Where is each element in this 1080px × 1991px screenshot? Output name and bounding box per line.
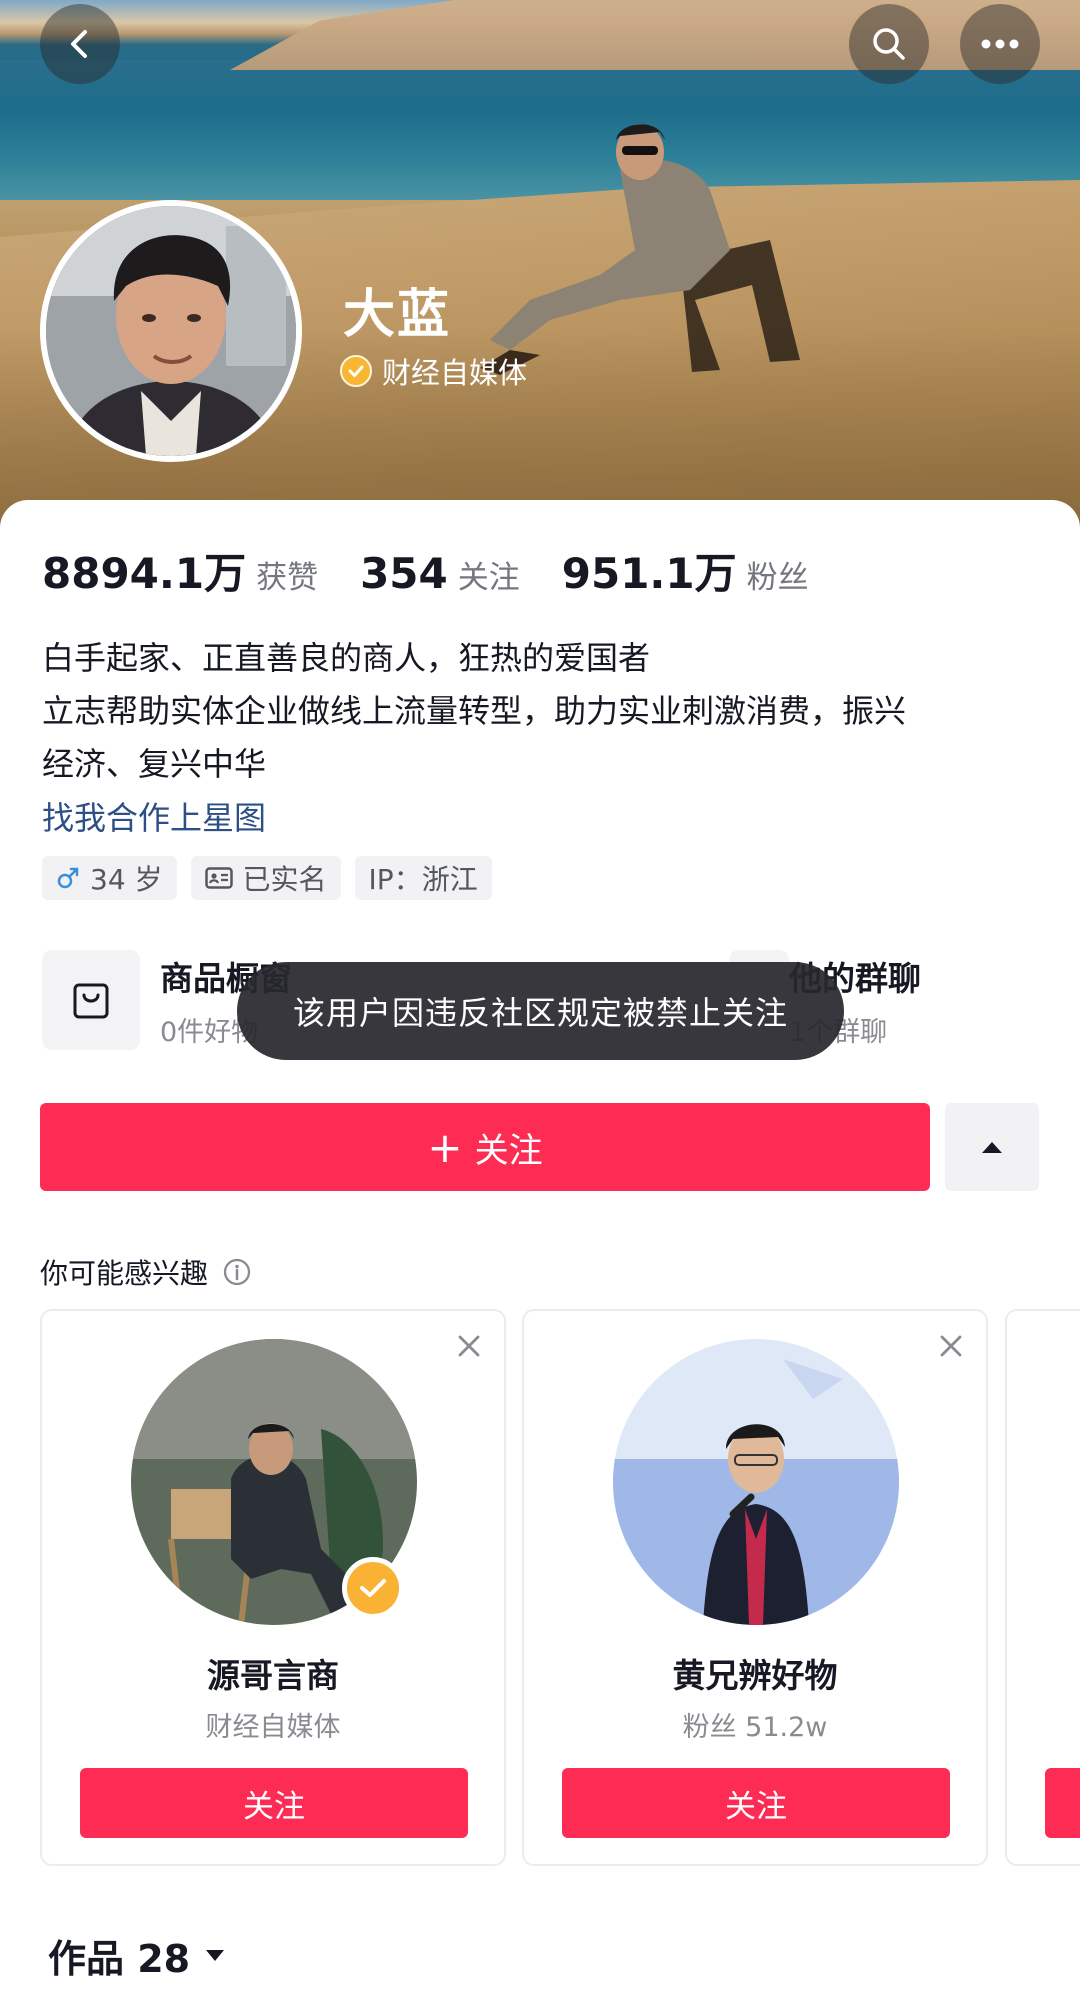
recommend-sub: 粉丝 51.2w <box>682 1712 828 1743</box>
info-icon[interactable] <box>222 1257 252 1287</box>
banner-person-figure <box>480 124 800 375</box>
caret-down-icon <box>204 1948 226 1964</box>
bio-line: 立志帮助实体企业做线上流量转型，助力实业刺激消费，振兴 <box>42 692 907 730</box>
tag-age: 34 岁 <box>42 856 177 900</box>
recommend-avatar-image <box>613 1339 899 1625</box>
tag-ip-text: IP：浙江 <box>368 863 478 896</box>
close-icon[interactable] <box>454 1331 484 1361</box>
profile-name: 大蓝 <box>343 285 452 345</box>
stat-label: 获赞 <box>256 560 319 596</box>
stat-value: 354 <box>360 549 448 598</box>
stat-followers[interactable]: 951.1万 粉丝 <box>562 540 809 601</box>
plus-icon: + <box>427 1122 463 1172</box>
search-button[interactable] <box>849 4 929 84</box>
expand-recommend-button[interactable] <box>945 1103 1039 1191</box>
search-icon <box>873 28 905 60</box>
bio-line: 白手起家、正直善良的商人，狂热的爱国者 <box>42 639 651 677</box>
recommend-follow-button[interactable]: 关注 <box>80 1768 468 1838</box>
follow-button[interactable]: + 关注 <box>40 1103 930 1191</box>
tag-realname-text: 已实名 <box>242 863 327 896</box>
recommend-name: 黄兄辨好物 <box>672 1656 838 1695</box>
check-badge-icon <box>342 1557 404 1619</box>
tag-age-text: 34 岁 <box>90 863 163 896</box>
more-dots-icon <box>981 39 1019 49</box>
stat-label: 粉丝 <box>746 560 809 596</box>
profile-bio: 白手起家、正直善良的商人，狂热的爱国者 立志帮助实体企业做线上流量转型，助力实业… <box>42 632 1042 791</box>
recommend-card[interactable]: 源哥言商 财经自媒体 关注 <box>40 1309 506 1866</box>
recommend-avatar[interactable] <box>613 1339 899 1625</box>
stat-likes[interactable]: 8894.1万 获赞 <box>42 540 318 601</box>
recommend-follow-button[interactable]: 关注 <box>562 1768 950 1838</box>
stat-value: 8894.1万 <box>42 549 247 598</box>
stats-row: 8894.1万 获赞 354 关注 951.1万 粉丝 <box>42 540 851 601</box>
stat-following[interactable]: 354 关注 <box>360 549 520 598</box>
id-card-icon <box>204 867 233 889</box>
profile-tags: 34 岁 已实名 IP：浙江 <box>42 856 506 900</box>
check-badge-icon <box>340 355 372 387</box>
profile-avatar[interactable] <box>40 200 302 462</box>
recommend-sub: 财经自媒体 <box>205 1712 341 1743</box>
recommend-card[interactable]: 黄兄辨好物 粉丝 51.2w 关注 <box>522 1309 988 1866</box>
verified-label: 财经自媒体 <box>382 356 528 390</box>
recommend-header: 你可能感兴趣 <box>40 1252 252 1292</box>
triangle-up-icon <box>982 1142 1002 1153</box>
close-icon[interactable] <box>936 1331 966 1361</box>
recommend-title: 你可能感兴趣 <box>40 1257 209 1290</box>
banner-hill <box>230 0 1080 70</box>
tag-realname: 已实名 <box>190 856 341 900</box>
recommend-follow-button[interactable] <box>1045 1768 1080 1838</box>
recommend-name: 源哥言商 <box>207 1656 339 1695</box>
tag-ip: IP：浙江 <box>354 856 492 900</box>
shopping-bag-icon <box>42 950 140 1050</box>
chevron-left-icon <box>71 30 87 58</box>
recommend-card-partial[interactable] <box>1005 1309 1080 1866</box>
toast-message: 该用户因违反社区规定被禁止关注 <box>237 962 844 1060</box>
follow-button-label: 关注 <box>474 1130 543 1171</box>
more-button[interactable] <box>960 4 1040 84</box>
back-button[interactable] <box>40 4 120 84</box>
bio-line: 经济、复兴中华 <box>42 745 267 783</box>
male-icon <box>56 866 80 890</box>
stat-value: 951.1万 <box>561 549 737 598</box>
works-tab[interactable]: 作品 28 <box>48 1928 226 1983</box>
verified-row: 财经自媒体 <box>340 350 527 392</box>
bio-link[interactable]: 找我合作上星图 <box>42 793 266 839</box>
works-label: 作品 28 <box>48 1937 191 1981</box>
stat-label: 关注 <box>457 560 520 596</box>
avatar-image <box>46 206 296 456</box>
